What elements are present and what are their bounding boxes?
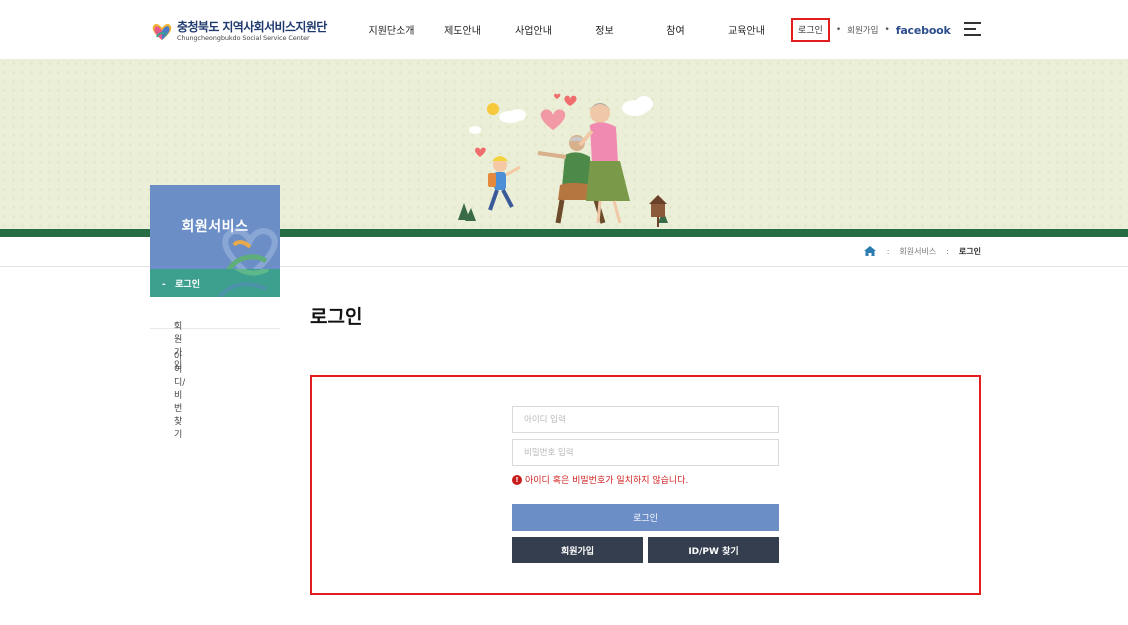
breadcrumb-separator: : bbox=[886, 246, 890, 256]
password-input[interactable] bbox=[512, 439, 779, 466]
sidebar-item-login[interactable]: - 로그인 bbox=[150, 269, 280, 297]
breadcrumb-current: 로그인 bbox=[958, 246, 981, 256]
site-logo[interactable]: 충청북도 지역사회서비스지원단 Chungcheongbukdo Social … bbox=[150, 20, 327, 42]
nav-item-system[interactable]: 제도안내 bbox=[427, 22, 498, 37]
user-id-input[interactable] bbox=[512, 406, 779, 433]
sidebar-item-label: 아이디/비번찾기 bbox=[174, 352, 186, 440]
join-button[interactable]: 회원가입 bbox=[512, 537, 643, 563]
family-illustration bbox=[458, 93, 668, 227]
facebook-link[interactable]: facebook bbox=[896, 24, 951, 37]
sidebar-bullet: - bbox=[162, 280, 166, 290]
home-icon[interactable] bbox=[863, 245, 877, 257]
breadcrumb-section[interactable]: 회원서비스 bbox=[899, 246, 936, 257]
page: 충청북도 지역사회서비스지원단 Chungcheongbukdo Social … bbox=[0, 0, 1128, 625]
sidebar-title: 회원서비스 bbox=[181, 219, 249, 235]
page-title: 로그인 bbox=[310, 306, 363, 328]
join-link[interactable]: 회원가입 bbox=[847, 24, 878, 36]
nav-item-business[interactable]: 사업안내 bbox=[498, 22, 569, 37]
utility-links: 로그인 • 회원가입 • facebook bbox=[791, 18, 951, 42]
sidebar-item-find-account[interactable]: - 아이디/비번찾기 bbox=[150, 329, 280, 440]
find-id-pw-button[interactable]: ID/PW 찾기 bbox=[648, 537, 779, 563]
breadcrumb: : 회원서비스 : 로그인 bbox=[863, 245, 981, 257]
hamburger-menu-icon[interactable] bbox=[964, 22, 981, 36]
nav-item-about[interactable]: 지원단소개 bbox=[356, 22, 427, 37]
login-link[interactable]: 로그인 bbox=[791, 18, 830, 42]
breadcrumb-separator: : bbox=[946, 246, 949, 256]
sidebar-item-join[interactable]: - 회원가입 bbox=[150, 299, 280, 371]
logo-heart-icon bbox=[152, 24, 172, 40]
site-header: 충청북도 지역사회서비스지원단 Chungcheongbukdo Social … bbox=[0, 0, 1128, 59]
alert-circle-icon: ! bbox=[512, 474, 522, 485]
nav-item-info[interactable]: 정보 bbox=[569, 22, 640, 37]
logo-subtitle: Chungcheongbukdo Social Service Center bbox=[177, 33, 310, 42]
sidebar-header: 회원서비스 bbox=[150, 185, 280, 269]
main-navigation: 지원단소개 제도안내 사업안내 정보 참여 교육안내 bbox=[356, 22, 782, 37]
logo-title: 충청북도 지역사회서비스지원단 bbox=[177, 19, 327, 34]
login-error-message: ! 아이디 혹은 비밀번호가 일치하지 않습니다. bbox=[512, 473, 688, 486]
nav-item-education[interactable]: 교육안내 bbox=[711, 22, 782, 37]
nav-item-participation[interactable]: 참여 bbox=[640, 22, 711, 37]
error-text: 아이디 혹은 비밀번호가 일치하지 않습니다. bbox=[525, 476, 689, 486]
util-separator: • bbox=[884, 25, 890, 35]
util-separator: • bbox=[835, 25, 842, 35]
sidebar-item-label: 로그인 bbox=[175, 280, 200, 290]
login-button[interactable]: 로그인 bbox=[512, 504, 779, 531]
